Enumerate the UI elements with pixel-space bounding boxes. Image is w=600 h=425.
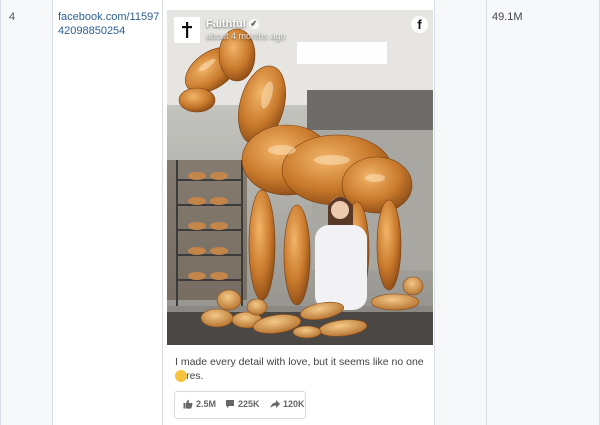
post-image[interactable] xyxy=(167,10,433,345)
smiling-hearts-emoji-icon xyxy=(175,370,187,382)
row-number: 4 xyxy=(9,11,16,23)
page-name[interactable]: Faithful ✓ xyxy=(206,18,259,30)
post-embed[interactable]: Faithful ✓ about 4 months ago f I made ev… xyxy=(167,10,433,425)
facebook-logo-icon[interactable]: f xyxy=(411,16,428,33)
post-timestamp[interactable]: about 4 months ago xyxy=(206,31,286,41)
engagement-stats: 2.5M 225K 120K xyxy=(174,391,306,419)
comments-count: 225K xyxy=(238,399,260,409)
page-avatar[interactable] xyxy=(174,17,200,43)
shares-stat: 120K xyxy=(270,399,305,409)
grid-line xyxy=(434,0,435,425)
grid-line xyxy=(486,0,487,425)
grid-line xyxy=(52,0,53,425)
thumbs-up-icon xyxy=(183,399,193,409)
grid-line xyxy=(162,0,163,425)
view-count: 49.1M xyxy=(492,11,523,23)
grid-line xyxy=(0,0,1,425)
results-table: 4 facebook.com/1159742098850254 49.1M Fa… xyxy=(0,0,600,425)
shares-count: 120K xyxy=(283,399,305,409)
likes-count: 2.5M xyxy=(196,399,217,409)
page-name-text: Faithful xyxy=(206,18,246,30)
comments-stat: 225K xyxy=(225,399,260,409)
cross-icon xyxy=(182,22,192,38)
bread-horse-photo xyxy=(167,10,433,345)
comment-icon xyxy=(226,400,234,408)
source-link[interactable]: facebook.com/1159742098850254 xyxy=(58,10,162,38)
likes-stat: 2.5M xyxy=(183,399,216,409)
metrics-column xyxy=(434,0,600,425)
post-caption: I made every detail with love, but it se… xyxy=(175,356,424,382)
share-arrow-icon xyxy=(270,400,280,408)
verified-badge-icon: ✓ xyxy=(248,19,259,29)
rownum-column xyxy=(0,0,52,425)
